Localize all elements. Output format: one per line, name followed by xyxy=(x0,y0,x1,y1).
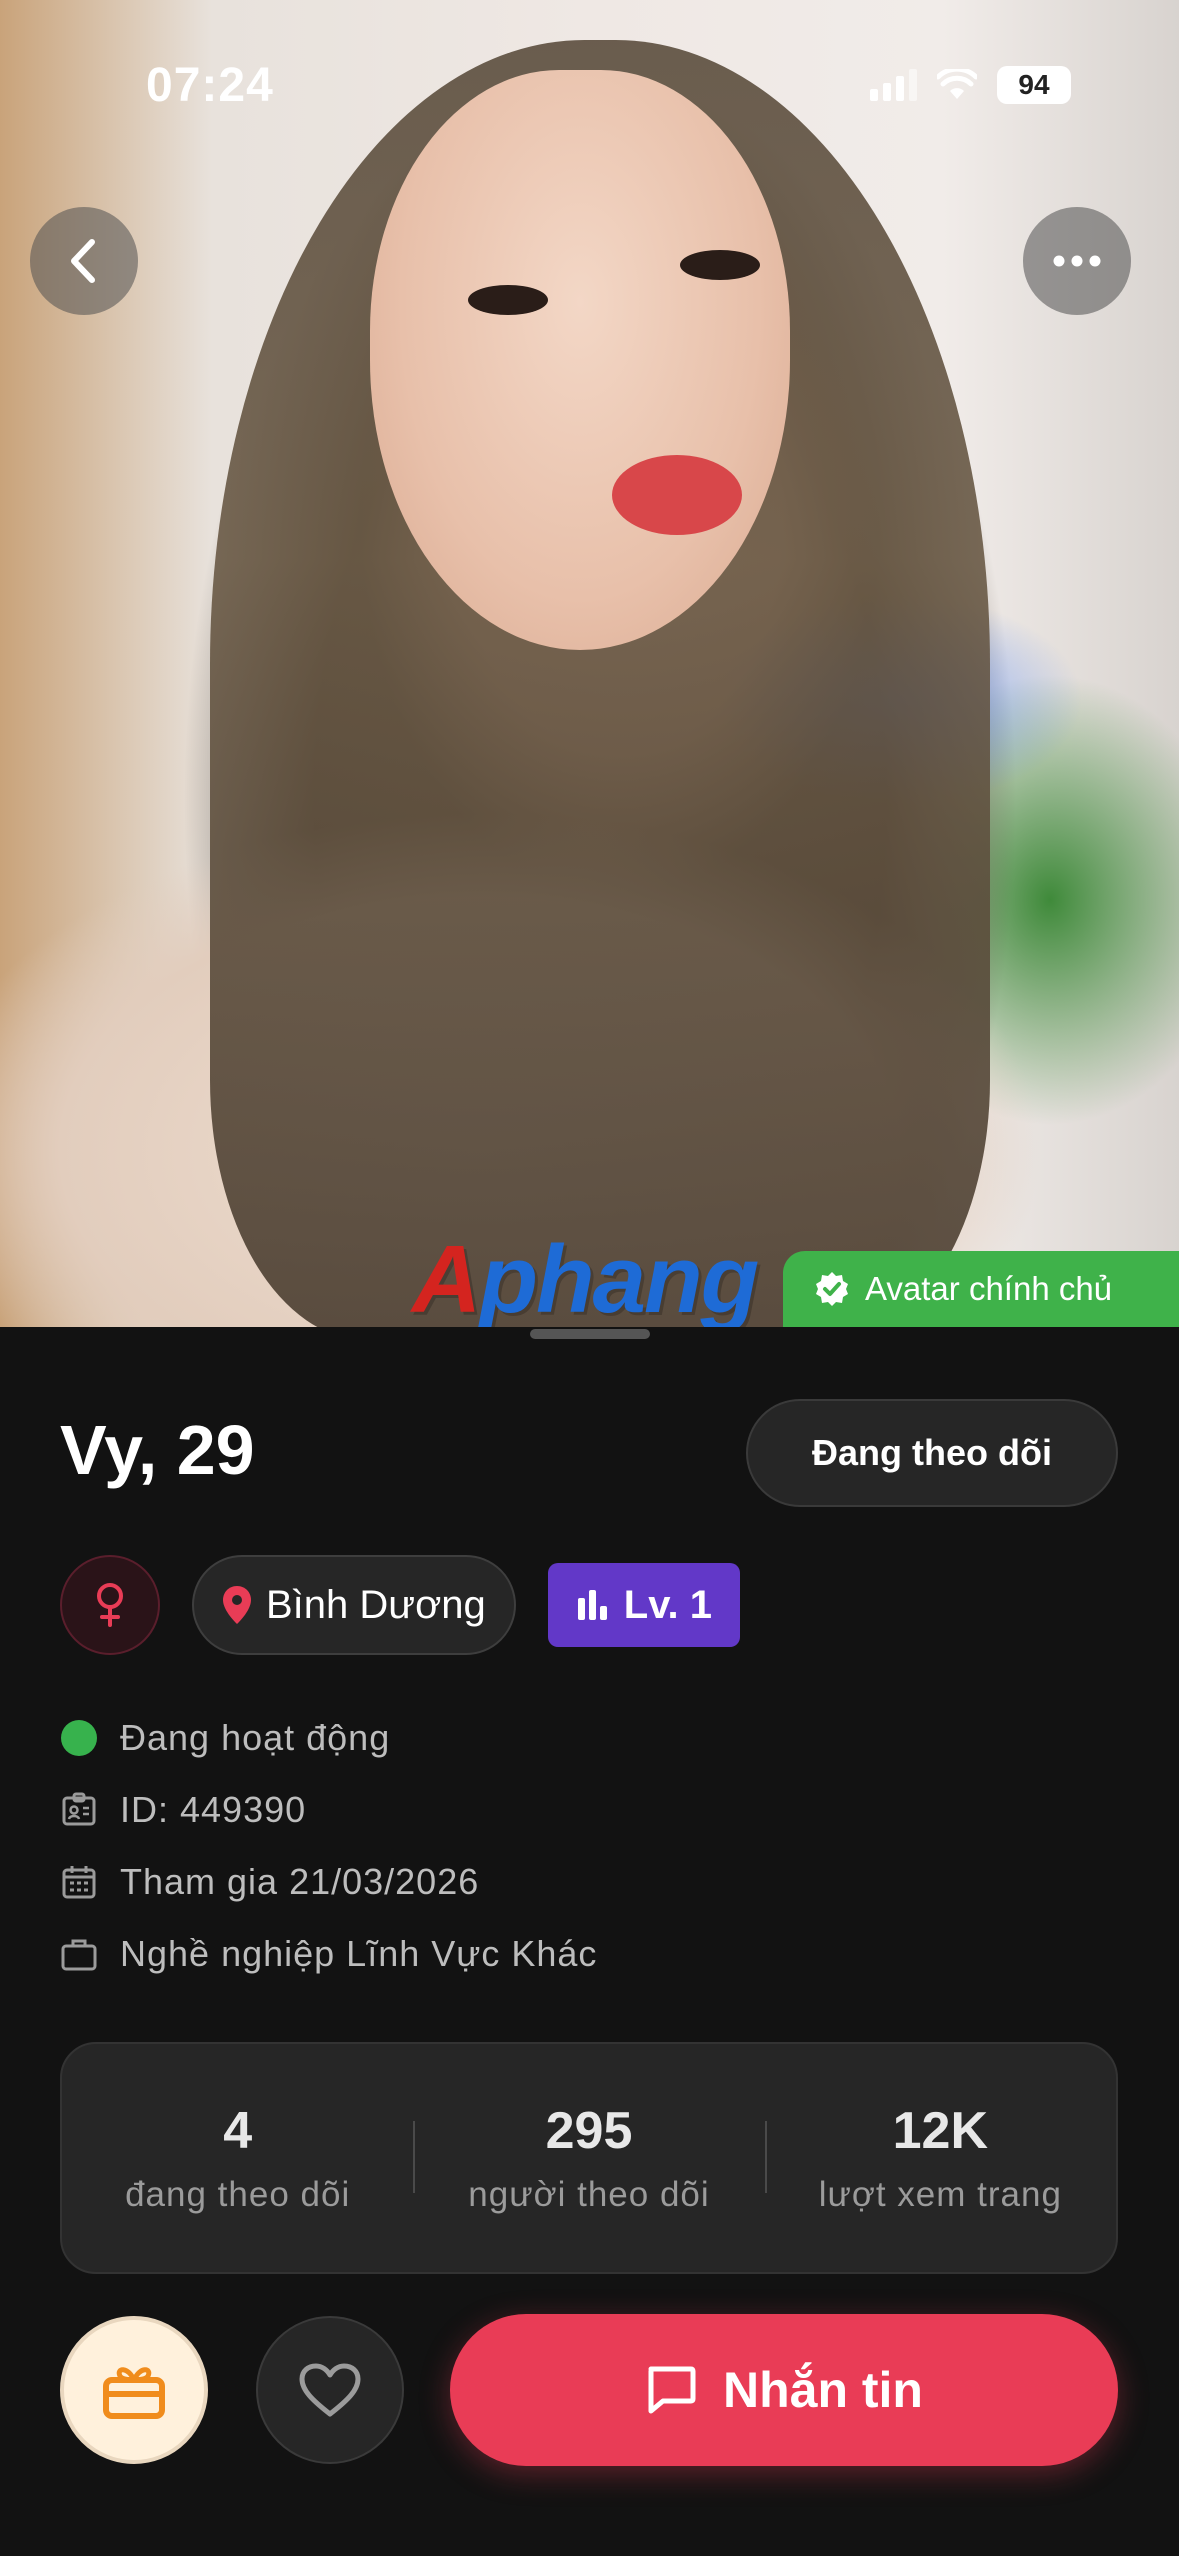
occupation-label: Nghề nghiệp Lĩnh Vực Khác xyxy=(120,1933,598,1974)
briefcase-icon xyxy=(61,1939,97,1971)
back-button[interactable] xyxy=(30,207,138,315)
bar-chart-icon xyxy=(577,1590,607,1620)
stat-label: lượt xem trang xyxy=(818,2175,1062,2214)
online-status-label: Đang hoạt động xyxy=(120,1717,391,1758)
location-pin-icon xyxy=(223,1586,251,1624)
stat-value: 4 xyxy=(223,2102,253,2160)
profile-stats-card: 4 đang theo dõi 295 người theo dõi 12K l… xyxy=(60,2042,1118,2274)
profile-name-age: Vy, 29 xyxy=(60,1411,255,1489)
heart-icon xyxy=(299,2363,361,2417)
gift-icon xyxy=(103,2367,165,2419)
location-pill[interactable]: Bình Dương xyxy=(192,1555,516,1655)
stat-label: đang theo dõi xyxy=(125,2175,351,2214)
verified-avatar-badge: Avatar chính chủ xyxy=(783,1251,1179,1327)
gender-badge xyxy=(60,1555,160,1655)
drag-handle[interactable] xyxy=(530,1329,650,1339)
battery-indicator: 94 xyxy=(997,66,1071,104)
location-label: Bình Dương xyxy=(266,1582,486,1627)
level-label: Lv. 1 xyxy=(623,1582,712,1627)
stat-page-views[interactable]: 12K lượt xem trang xyxy=(764,2101,1116,2215)
user-id-label: ID: 449390 xyxy=(120,1789,307,1830)
gift-button[interactable] xyxy=(60,2316,208,2464)
join-date-row: Tham gia 21/03/2026 xyxy=(60,1846,597,1918)
profile-photo[interactable]: 07:24 94 Aphang Avatar chính chủ xyxy=(0,0,1179,1327)
more-options-button[interactable] xyxy=(1023,207,1131,315)
occupation-row: Nghề nghiệp Lĩnh Vực Khác xyxy=(60,1918,597,1990)
online-status-row: Đang hoạt động xyxy=(60,1702,597,1774)
profile-tags: Bình Dương Lv. 1 xyxy=(60,1555,740,1655)
level-badge[interactable]: Lv. 1 xyxy=(547,1563,740,1647)
profile-info-list: Đang hoạt động ID: 449390 Tham gia 21/03… xyxy=(60,1702,597,1990)
online-dot-icon xyxy=(61,1720,97,1756)
id-card-icon xyxy=(62,1792,96,1826)
more-icon xyxy=(1053,255,1101,267)
stat-followers[interactable]: 295 người theo dõi xyxy=(413,2101,764,2215)
wifi-icon xyxy=(937,69,977,99)
verified-badge-label: Avatar chính chủ xyxy=(865,1270,1113,1307)
user-id-row: ID: 449390 xyxy=(60,1774,597,1846)
stat-value: 12K xyxy=(892,2102,989,2160)
stat-value: 295 xyxy=(545,2102,633,2160)
photo-eye-left xyxy=(468,285,548,315)
status-icons: 94 xyxy=(870,66,1071,104)
photo-eye-right xyxy=(680,250,760,280)
stat-label: người theo dõi xyxy=(468,2175,710,2214)
join-date-label: Tham gia 21/03/2026 xyxy=(120,1861,480,1902)
chat-icon xyxy=(648,2366,696,2414)
watermark: Aphang xyxy=(412,1226,759,1327)
stat-following[interactable]: 4 đang theo dõi xyxy=(62,2101,413,2215)
message-button[interactable]: Nhắn tin xyxy=(450,2314,1118,2466)
like-button[interactable] xyxy=(256,2316,404,2464)
signal-icon xyxy=(870,69,917,101)
message-button-label: Nhắn tin xyxy=(723,2362,923,2418)
following-button[interactable]: Đang theo dõi xyxy=(746,1399,1118,1507)
calendar-icon xyxy=(62,1866,96,1899)
photo-lips xyxy=(612,455,742,535)
female-icon xyxy=(97,1583,123,1627)
back-icon xyxy=(71,239,95,283)
check-badge-icon xyxy=(816,1272,848,1306)
status-time: 07:24 xyxy=(146,59,274,112)
photo-face xyxy=(370,70,790,650)
